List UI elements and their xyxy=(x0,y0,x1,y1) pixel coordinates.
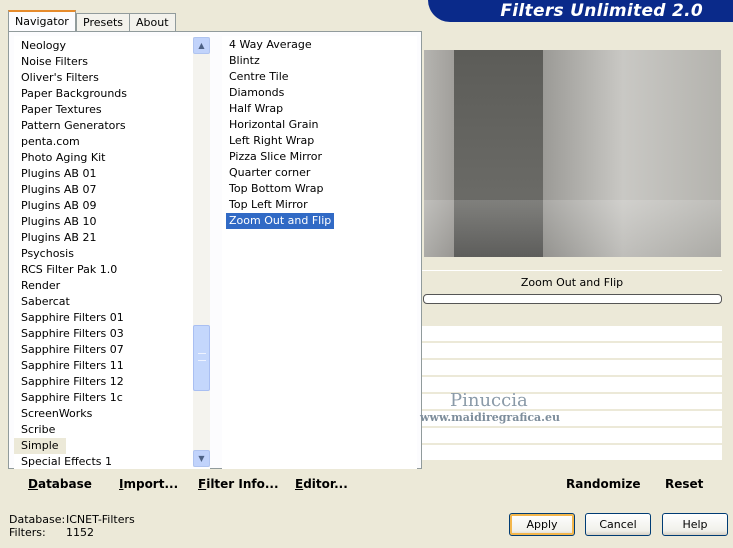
filter-item[interactable]: Half Wrap xyxy=(226,101,286,117)
status-database: Database: ICNET-Filters xyxy=(9,513,135,526)
category-item[interactable]: Plugins AB 07 xyxy=(14,182,103,198)
tab-about[interactable]: About xyxy=(129,13,176,31)
category-item[interactable]: Psychosis xyxy=(14,246,81,262)
preview-image xyxy=(424,50,721,257)
filter-item[interactable]: Zoom Out and Flip xyxy=(226,213,335,229)
category-item[interactable]: RCS Filter Pak 1.0 xyxy=(14,262,124,278)
database-name: ICNET-Filters xyxy=(66,513,135,526)
title-banner: Filters Unlimited 2.0 xyxy=(428,0,733,22)
category-item[interactable]: Oliver's Filters xyxy=(14,70,106,86)
filter-name-label: Zoom Out and Flip xyxy=(422,270,722,293)
filter-info-button[interactable]: Filter Info... xyxy=(198,477,279,491)
category-item[interactable]: Noise Filters xyxy=(14,54,95,70)
category-item[interactable]: Special Effects 1 xyxy=(14,454,119,469)
category-item[interactable]: Photo Aging Kit xyxy=(14,150,112,166)
filter-item[interactable]: Quarter corner xyxy=(226,165,313,181)
category-item[interactable]: penta.com xyxy=(14,134,87,150)
filter-item[interactable]: Blintz xyxy=(226,53,263,69)
parameter-row[interactable] xyxy=(422,428,722,444)
scroll-down-icon[interactable]: ▼ xyxy=(193,450,210,467)
filters-count: 1152 xyxy=(66,526,94,539)
category-item[interactable]: Plugins AB 21 xyxy=(14,230,103,246)
parameter-row[interactable] xyxy=(422,445,722,461)
category-scrollbar[interactable]: ▲ ▼ xyxy=(193,37,210,467)
editor-button[interactable]: Editor... xyxy=(295,477,348,491)
scroll-up-icon[interactable]: ▲ xyxy=(193,37,210,54)
category-item[interactable]: ScreenWorks xyxy=(14,406,99,422)
category-item[interactable]: Sapphire Filters 1c xyxy=(14,390,130,406)
parameter-row[interactable] xyxy=(422,360,722,376)
filter-item[interactable]: Top Bottom Wrap xyxy=(226,181,327,197)
category-item[interactable]: Paper Backgrounds xyxy=(14,86,134,102)
filter-item[interactable]: Centre Tile xyxy=(226,69,292,85)
filter-item[interactable]: Top Left Mirror xyxy=(226,197,311,213)
app-title: Filters Unlimited 2.0 xyxy=(500,1,703,21)
import-button[interactable]: Import... xyxy=(119,477,178,491)
filter-item[interactable]: Horizontal Grain xyxy=(226,117,321,133)
progress-bar xyxy=(423,294,722,304)
category-item[interactable]: Sapphire Filters 07 xyxy=(14,342,131,358)
category-item[interactable]: Sapphire Filters 12 xyxy=(14,374,131,390)
database-button[interactable]: Database xyxy=(28,477,92,491)
filter-item[interactable]: 4 Way Average xyxy=(226,37,315,53)
category-item[interactable]: Sapphire Filters 01 xyxy=(14,310,131,326)
watermark-name: Pinuccia xyxy=(450,390,528,411)
status-filters: Filters: 1152 xyxy=(9,526,94,539)
category-item[interactable]: Render xyxy=(14,278,67,294)
reset-button[interactable]: Reset xyxy=(665,477,703,491)
parameter-row[interactable] xyxy=(422,343,722,359)
category-item[interactable]: Pattern Generators xyxy=(14,118,133,134)
parameter-header xyxy=(422,306,722,326)
filter-item[interactable]: Pizza Slice Mirror xyxy=(226,149,325,165)
watermark-url: www.maidiregrafica.eu xyxy=(420,411,561,424)
category-item[interactable]: Simple xyxy=(14,438,66,454)
category-item[interactable]: Plugins AB 09 xyxy=(14,198,103,214)
tab-navigator[interactable]: Navigator xyxy=(8,10,76,32)
category-item[interactable]: Plugins AB 01 xyxy=(14,166,103,182)
scroll-thumb[interactable] xyxy=(193,325,210,391)
randomize-button[interactable]: Randomize xyxy=(566,477,640,491)
category-item[interactable]: Scribe xyxy=(14,422,62,438)
category-item[interactable]: Sabercat xyxy=(14,294,77,310)
filter-item[interactable]: Left Right Wrap xyxy=(226,133,317,149)
apply-button[interactable]: Apply xyxy=(509,513,575,536)
category-list[interactable]: Neology Noise Filters Oliver's Filters Pape… xyxy=(14,36,210,469)
cancel-button[interactable]: Cancel xyxy=(585,513,651,536)
filter-item[interactable]: Diamonds xyxy=(226,85,287,101)
category-item[interactable]: Neology xyxy=(14,38,73,54)
filter-list[interactable]: 4 Way Average Blintz Centre Tile Diamonds Ha… xyxy=(222,36,417,469)
help-button[interactable]: Help xyxy=(662,513,728,536)
category-item[interactable]: Plugins AB 10 xyxy=(14,214,103,230)
tab-presets[interactable]: Presets xyxy=(76,13,131,31)
category-item[interactable]: Paper Textures xyxy=(14,102,109,118)
parameter-row[interactable] xyxy=(422,326,722,342)
category-item[interactable]: Sapphire Filters 03 xyxy=(14,326,131,342)
category-item[interactable]: Sapphire Filters 11 xyxy=(14,358,131,374)
